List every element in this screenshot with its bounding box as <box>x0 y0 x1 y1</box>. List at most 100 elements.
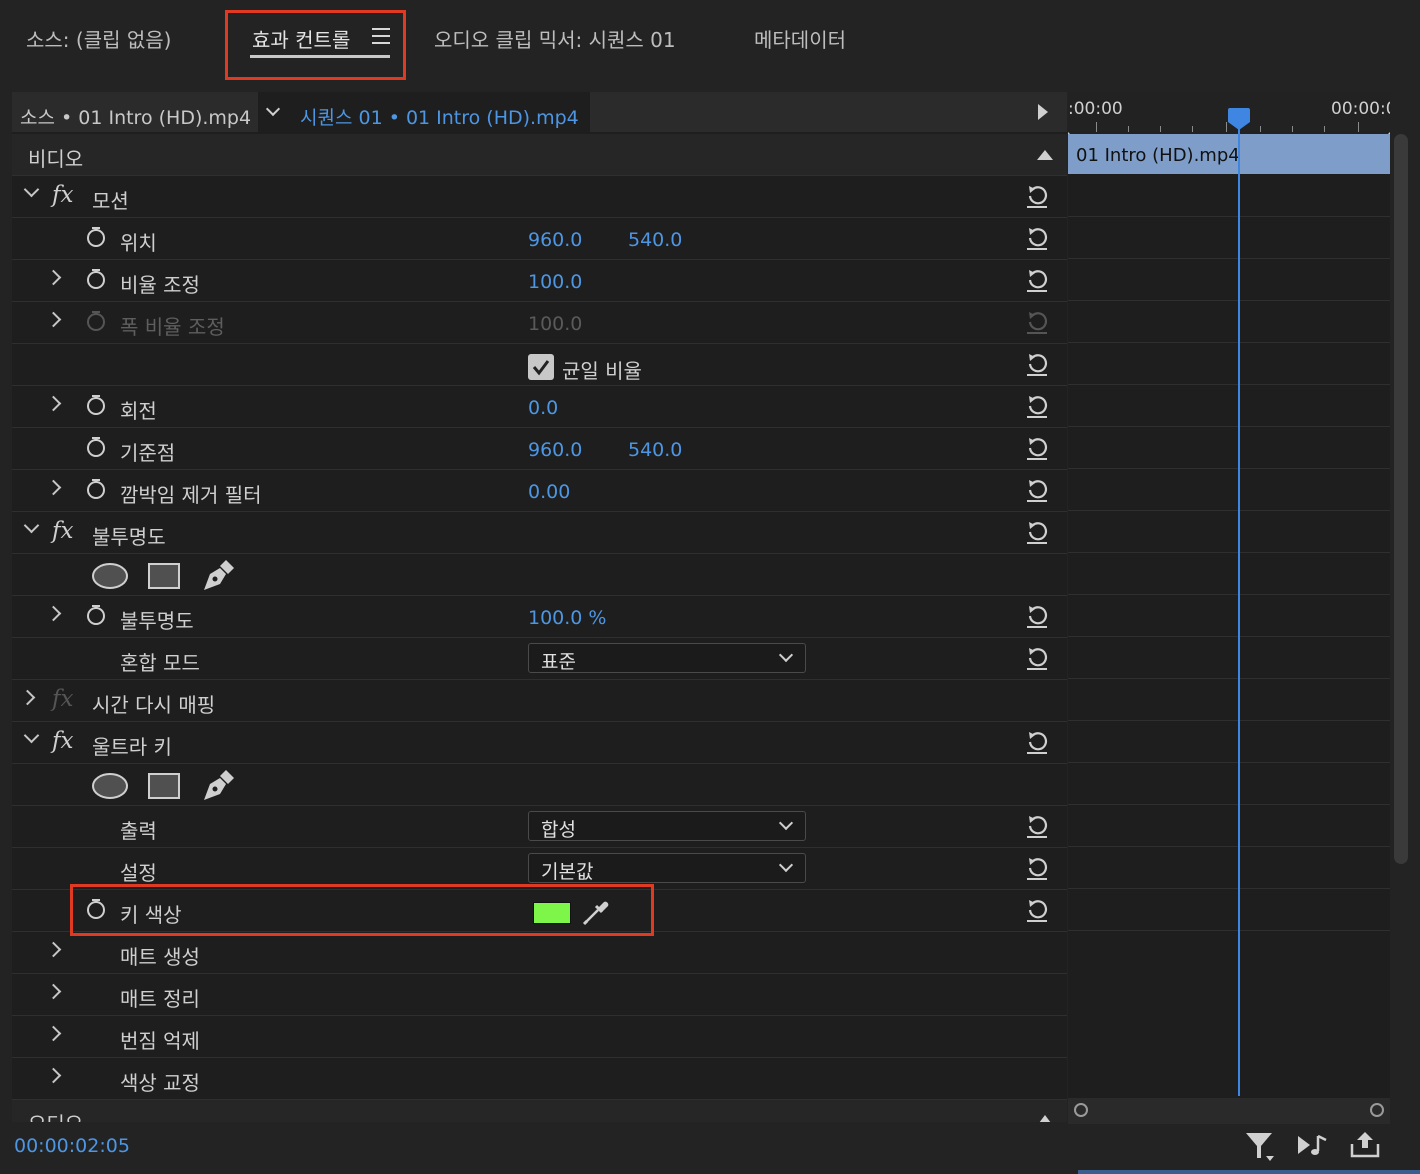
param-label: 비율 조정 <box>120 273 200 297</box>
rotation-value[interactable]: 0.0 <box>528 397 558 419</box>
chevron-right-icon[interactable] <box>45 269 62 286</box>
fx-icon[interactable]: fx <box>52 182 73 208</box>
collapse-up-icon[interactable] <box>1038 1114 1052 1122</box>
position-y-value[interactable]: 540.0 <box>628 229 682 251</box>
param-position-row: 위치 960.0 540.0 <box>12 218 1067 260</box>
fx-icon: fx <box>52 686 74 712</box>
reset-icon[interactable] <box>1024 729 1050 755</box>
zoom-handle-left[interactable] <box>1074 1103 1088 1117</box>
time-remap-title: 시간 다시 매핑 <box>92 693 216 717</box>
reset-icon[interactable] <box>1024 813 1050 839</box>
chevron-down-icon[interactable] <box>23 727 40 744</box>
uniform-scale-checkbox[interactable] <box>528 354 554 380</box>
scale-width-value: 100.0 <box>528 313 583 335</box>
chevron-right-icon[interactable] <box>45 1067 62 1084</box>
effect-ultra-key-row[interactable]: fx 울트라 키 <box>12 722 1067 764</box>
stopwatch-icon[interactable] <box>86 269 106 289</box>
fx-icon[interactable]: fx <box>52 518 73 544</box>
chevron-right-icon[interactable] <box>45 941 62 958</box>
reset-icon[interactable] <box>1024 351 1050 377</box>
chevron-right-icon[interactable] <box>45 395 62 412</box>
video-section-header[interactable]: 비디오 <box>12 134 1067 176</box>
collapse-up-icon[interactable] <box>1036 149 1054 161</box>
ellipse-mask-icon[interactable] <box>91 772 129 800</box>
export-frame-icon[interactable] <box>1348 1130 1382 1160</box>
stopwatch-icon[interactable] <box>86 395 106 415</box>
audio-section-label: 오디오 <box>28 1108 83 1122</box>
param-label: 설정 <box>120 861 157 885</box>
vertical-scrollbar-thumb[interactable] <box>1394 134 1408 864</box>
output-dropdown[interactable]: 합성 <box>528 811 806 841</box>
stopwatch-icon[interactable] <box>86 479 106 499</box>
param-flicker-row: 깜박임 제거 필터 0.00 <box>12 470 1067 512</box>
rectangle-mask-icon[interactable] <box>147 562 181 590</box>
position-x-value[interactable]: 960.0 <box>528 229 582 251</box>
panel-tab-bar: 소스: (클립 없음) 효과 컨트롤 오디오 클립 믹서: 시퀀스 01 메타데… <box>0 0 1420 78</box>
param-output-row: 출력 합성 <box>12 806 1067 848</box>
effect-motion-row[interactable]: fx 모션 <box>12 176 1067 218</box>
param-label: 깜박임 제거 필터 <box>120 483 262 507</box>
stopwatch-icon[interactable] <box>86 437 106 457</box>
pen-mask-icon[interactable] <box>200 558 236 592</box>
chevron-right-icon[interactable] <box>45 311 62 328</box>
setting-dropdown[interactable]: 기본값 <box>528 853 806 883</box>
param-uniform-scale-row: 균일 비율 <box>12 344 1067 386</box>
group-color-correction-row[interactable]: 색상 교정 <box>12 1058 1067 1100</box>
source-clip-label[interactable]: 소스 • 01 Intro (HD).mp4 <box>20 103 251 130</box>
chevron-down-icon[interactable] <box>23 517 40 534</box>
filter-icon[interactable] <box>1244 1130 1276 1164</box>
param-blend-mode-row: 혼합 모드 표준 <box>12 638 1067 680</box>
scale-value[interactable]: 100.0 <box>528 271 582 293</box>
zoom-handle-right[interactable] <box>1370 1103 1384 1117</box>
tab-audio-clip-mixer[interactable]: 오디오 클립 믹서: 시퀀스 01 <box>434 24 676 53</box>
current-timecode[interactable]: 00:00:02:05 <box>14 1135 130 1157</box>
horizontal-zoom-scrollbar[interactable] <box>1068 1098 1390 1124</box>
reset-icon[interactable] <box>1024 477 1050 503</box>
reset-icon[interactable] <box>1024 183 1050 209</box>
stopwatch-icon[interactable] <box>86 605 106 625</box>
tab-metadata[interactable]: 메타데이터 <box>754 24 846 53</box>
ruler-end-time: 00:00:0 <box>1331 99 1390 119</box>
anchor-y-value[interactable]: 540.0 <box>628 439 682 461</box>
chevron-right-icon[interactable] <box>45 605 62 622</box>
uniform-scale-label: 균일 비율 <box>562 359 642 383</box>
group-matte-cleanup-row[interactable]: 매트 정리 <box>12 974 1067 1016</box>
play-triangle-icon[interactable] <box>1036 102 1050 122</box>
effect-controls-panel: 비디오 fx 모션 위치 960.0 540.0 비율 조정 100.0 폭 비… <box>12 92 1067 1122</box>
anchor-x-value[interactable]: 960.0 <box>528 439 582 461</box>
flicker-value[interactable]: 0.00 <box>528 481 570 503</box>
reset-icon[interactable] <box>1024 897 1050 923</box>
reset-icon[interactable] <box>1024 603 1050 629</box>
reset-icon[interactable] <box>1024 267 1050 293</box>
fx-icon[interactable]: fx <box>52 728 73 754</box>
stopwatch-icon[interactable] <box>86 227 106 247</box>
ellipse-mask-icon[interactable] <box>91 562 129 590</box>
group-matte-generation-row[interactable]: 매트 생성 <box>12 932 1067 974</box>
chevron-down-icon[interactable] <box>23 181 40 198</box>
group-spill-suppression-row[interactable]: 번짐 억제 <box>12 1016 1067 1058</box>
reset-icon[interactable] <box>1024 519 1050 545</box>
opacity-value[interactable]: 100.0 % <box>528 607 607 629</box>
chevron-right-icon[interactable] <box>45 479 62 496</box>
ultra-key-title: 울트라 키 <box>92 735 172 759</box>
chevron-right-icon[interactable] <box>45 983 62 1000</box>
effect-opacity-row[interactable]: fx 불투명도 <box>12 512 1067 554</box>
sequence-clip-selector[interactable]: 시퀀스 01 • 01 Intro (HD).mp4 <box>258 92 590 132</box>
reset-icon[interactable] <box>1024 645 1050 671</box>
effect-time-remap-row[interactable]: fx 시간 다시 매핑 <box>12 680 1067 722</box>
reset-icon[interactable] <box>1024 393 1050 419</box>
tab-source[interactable]: 소스: (클립 없음) <box>26 24 171 53</box>
playhead-handle[interactable] <box>1228 108 1250 122</box>
pen-mask-icon[interactable] <box>200 768 236 802</box>
rectangle-mask-icon[interactable] <box>147 772 181 800</box>
reset-icon[interactable] <box>1024 855 1050 881</box>
ruler-start-time: :00:00 <box>1068 99 1123 119</box>
audio-section-header[interactable]: 오디오 <box>12 1100 1067 1122</box>
reset-icon[interactable] <box>1024 435 1050 461</box>
timeline-clip[interactable]: 01 Intro (HD).mp4 <box>1068 134 1390 174</box>
blend-mode-dropdown[interactable]: 표준 <box>528 643 806 673</box>
reset-icon[interactable] <box>1024 225 1050 251</box>
chevron-right-icon[interactable] <box>45 1025 62 1042</box>
chevron-right-icon[interactable] <box>19 689 36 706</box>
loop-audio-icon[interactable] <box>1296 1132 1330 1158</box>
